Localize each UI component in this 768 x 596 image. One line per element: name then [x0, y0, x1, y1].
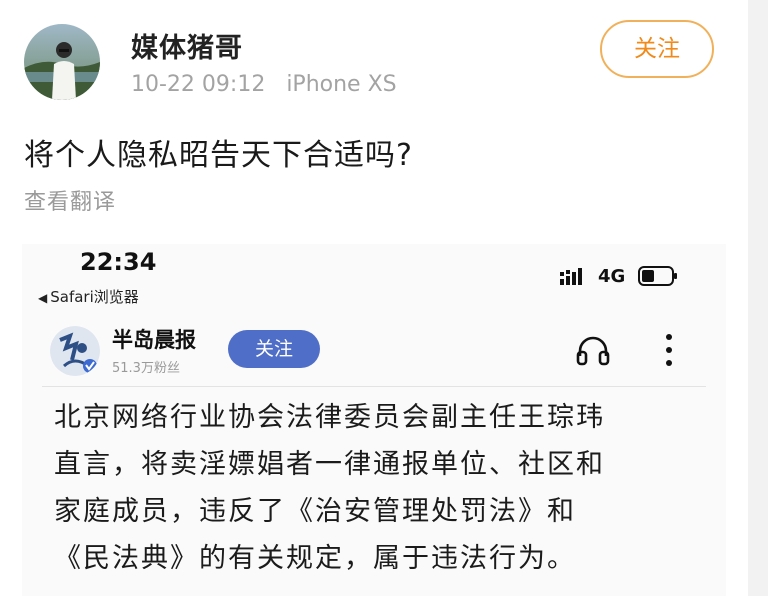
source-follow-button[interactable]: 关注 [228, 330, 320, 368]
weibo-post-card: 媒体猪哥 10-22 09:12 iPhone XS 关注 将个人隐私昭告天下合… [0, 0, 748, 596]
author-avatar[interactable] [24, 24, 100, 100]
post-time: 10-22 09:12 [131, 72, 266, 97]
source-fans: 51.3万粉丝 [112, 361, 180, 376]
back-arrow-icon: ◀ [38, 291, 48, 305]
signal-icon [560, 268, 582, 285]
post-text: 将个人隐私昭告天下合适吗? [24, 138, 413, 173]
status-time: 22:34 [80, 248, 157, 276]
article-line: 家庭成员，违反了《治安管理处罚法》和 [54, 496, 576, 527]
back-app-label: Safari浏览器 [50, 288, 139, 306]
follow-button[interactable]: 关注 [600, 20, 714, 78]
translate-link[interactable]: 查看翻译 [24, 184, 116, 216]
battery-icon [638, 266, 677, 286]
author-name[interactable]: 媒体猪哥 [131, 26, 243, 65]
article-text: 北京网络行业协会法律委员会副主任王琮玮 直言，将卖淫嫖娼者一律通报单位、社区和 … [54, 394, 714, 582]
post-meta: 10-22 09:12 iPhone XS [131, 72, 397, 97]
divider [42, 386, 706, 387]
more-vertical-icon[interactable] [662, 332, 676, 368]
article-line: 北京网络行业协会法律委员会副主任王琮玮 [54, 402, 605, 433]
article-line: 直言，将卖淫嫖娼者一律通报单位、社区和 [54, 449, 605, 480]
post-device: iPhone XS [286, 72, 397, 97]
source-name[interactable]: 半岛晨报 [112, 324, 196, 354]
article-line: 《民法典》的有关规定，属于违法行为。 [54, 543, 576, 574]
network-type: 4G [598, 266, 626, 287]
back-to-app: ◀ Safari浏览器 [38, 286, 139, 307]
headphones-icon[interactable] [576, 334, 610, 366]
source-avatar[interactable] [50, 326, 100, 376]
attached-screenshot[interactable]: 22:34 ◀ Safari浏览器 4G 半岛晨报 51.3万粉丝 关注 北京网… [22, 244, 726, 596]
